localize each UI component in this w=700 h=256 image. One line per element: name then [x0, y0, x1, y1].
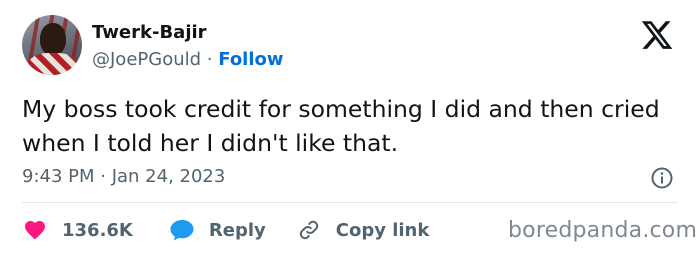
link-icon: [299, 220, 318, 240]
action-bar: 136.6K Reply Copy link: [22, 218, 429, 242]
user-handle[interactable]: @JoePGould: [92, 49, 201, 70]
avatar[interactable]: [22, 15, 82, 75]
like-button[interactable]: 136.6K: [22, 218, 133, 242]
avatar-shirt: [28, 53, 78, 75]
avatar-head: [40, 23, 66, 55]
handle-separator: ·: [206, 49, 213, 70]
reply-label: Reply: [208, 219, 266, 241]
reply-button[interactable]: Reply: [169, 218, 266, 242]
tweet-text: My boss took credit for something I did …: [22, 95, 660, 157]
tweet-timestamp[interactable]: 9:43 PM · Jan 24, 2023: [22, 166, 225, 187]
speech-bubble-icon: [170, 220, 194, 241]
divider: [22, 202, 678, 203]
copy-link-button[interactable]: Copy link: [296, 218, 430, 242]
handle-line: @JoePGould · Follow: [92, 49, 284, 70]
heart-icon: [25, 221, 45, 240]
follow-button[interactable]: Follow: [218, 49, 283, 70]
like-count: 136.6K: [62, 219, 133, 241]
x-logo-icon[interactable]: [640, 18, 674, 52]
copy-link-label: Copy link: [335, 219, 430, 241]
info-icon[interactable]: [650, 166, 674, 190]
source-watermark: boredpanda.com: [508, 218, 698, 243]
display-name[interactable]: Twerk-Bajir: [92, 22, 207, 43]
